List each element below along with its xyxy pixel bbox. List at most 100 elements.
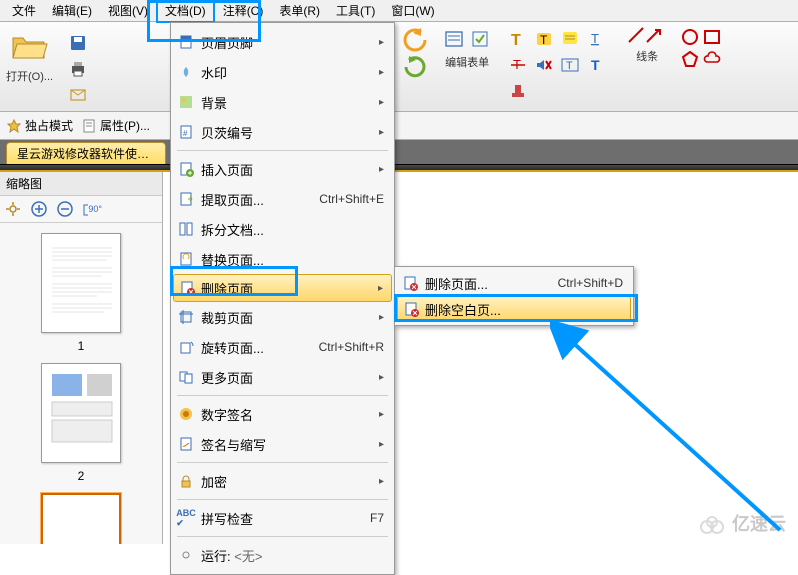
menu-item-encrypt[interactable]: 加密▸ (173, 466, 392, 496)
menu-file[interactable]: 文件 (4, 0, 44, 22)
menu-item-sign[interactable]: 数字签名▸ (173, 399, 392, 429)
arrow-diag-icon[interactable] (645, 26, 663, 44)
sign-icon (177, 405, 195, 423)
document-menu-dropdown: 页眉页脚▸ 水印▸ 背景▸ #贝茨编号▸ 插入页面▸ 提取页面...Ctrl+S… (170, 22, 395, 575)
menu-item-run[interactable]: 运行: <无> (173, 540, 392, 570)
text-box-icon[interactable]: T (558, 53, 582, 77)
highlight-icon[interactable]: T (532, 27, 556, 51)
spell-icon: ABC✔ (177, 509, 195, 527)
submenu-delete-pages[interactable]: 删除页面...Ctrl+Shift+D (397, 270, 631, 296)
menu-item-watermark[interactable]: 水印▸ (173, 57, 392, 87)
shape-rect-icon[interactable] (702, 27, 722, 47)
menu-document[interactable]: 文档(D) (156, 0, 215, 23)
menu-view[interactable]: 视图(V) (100, 0, 156, 22)
menu-comment[interactable]: 注释(C) (215, 0, 272, 22)
svg-text:T: T (511, 32, 521, 49)
thumbnails-panel: 缩略图 90° 1 2 (0, 172, 163, 544)
menu-item-replace[interactable]: 替换页面... (173, 244, 392, 274)
thumbnail-page-2[interactable] (41, 363, 121, 463)
exclusive-mode-button[interactable]: 独占模式 (6, 117, 73, 134)
menu-form[interactable]: 表单(R) (271, 0, 328, 22)
replace-icon (177, 250, 195, 268)
delete-pages-icon (401, 274, 419, 292)
split-icon (177, 220, 195, 238)
menu-item-header-footer[interactable]: 页眉页脚▸ (173, 27, 392, 57)
document-tab-strip: 星云游戏修改器软件使用说明 (0, 140, 798, 164)
print-icon[interactable] (66, 57, 90, 81)
shape-circle-icon[interactable] (680, 27, 700, 47)
background-icon (177, 93, 195, 111)
menu-item-crop[interactable]: 裁剪页面▸ (173, 302, 392, 332)
form-field-icon[interactable] (442, 27, 466, 51)
menu-item-background[interactable]: 背景▸ (173, 87, 392, 117)
bates-icon: # (177, 123, 195, 141)
zoom-in-icon[interactable] (28, 198, 50, 220)
redo-icon[interactable] (403, 54, 427, 78)
thumbnail-page-3[interactable] (41, 493, 121, 544)
text-tool-icon[interactable]: T (506, 27, 530, 51)
watermark-icon (177, 63, 195, 81)
delete-blank-icon (402, 300, 420, 318)
edit-form-label: 编辑表单 (445, 54, 489, 70)
properties-button[interactable]: 属性(P)... (81, 117, 150, 134)
stamp-icon[interactable] (506, 79, 530, 103)
menu-item-extract[interactable]: 提取页面...Ctrl+Shift+E (173, 184, 392, 214)
shape-polygon-icon[interactable] (680, 49, 700, 69)
menu-item-spell[interactable]: ABC✔拼写检查F7 (173, 503, 392, 533)
menu-item-split[interactable]: 拆分文档... (173, 214, 392, 244)
menu-item-abbrev[interactable]: 签名与缩写▸ (173, 429, 392, 459)
annotation-arrow (550, 320, 798, 540)
save-icon[interactable] (66, 31, 90, 55)
svg-text:T: T (591, 31, 599, 46)
menu-item-more[interactable]: 更多页面▸ (173, 362, 392, 392)
extract-icon (177, 190, 195, 208)
form-checkbox-icon[interactable] (468, 27, 492, 51)
svg-text:T: T (540, 33, 548, 47)
menu-item-insert[interactable]: 插入页面▸ (173, 154, 392, 184)
line-diag1-icon[interactable] (627, 26, 645, 44)
zoom-out-icon[interactable] (54, 198, 76, 220)
lock-icon (177, 472, 195, 490)
thumbnail-number-1: 1 (10, 339, 152, 353)
run-icon (177, 546, 195, 564)
menu-item-bates[interactable]: #贝茨编号▸ (173, 117, 392, 147)
rotate-icon[interactable]: 90° (80, 198, 102, 220)
open-icon[interactable] (10, 26, 50, 66)
thumbnails-title: 缩略图 (0, 172, 162, 196)
menu-edit[interactable]: 编辑(E) (44, 0, 100, 22)
delete-page-submenu: 删除页面...Ctrl+Shift+D 删除空白页... (394, 266, 634, 326)
more-icon (177, 368, 195, 386)
shape-cloud-icon[interactable] (702, 49, 722, 69)
note-icon[interactable] (558, 27, 582, 51)
lines-label: 线条 (636, 48, 658, 64)
delete-icon (178, 279, 196, 297)
menu-item-rotate[interactable]: 旋转页面...Ctrl+Shift+R (173, 332, 392, 362)
text-blue-icon[interactable]: T (584, 53, 608, 77)
menu-tools[interactable]: 工具(T) (328, 0, 383, 22)
thumbnail-number-2: 2 (10, 469, 152, 483)
menu-item-delete[interactable]: 删除页面▸ (173, 274, 392, 302)
underline-icon[interactable]: T (584, 27, 608, 51)
submenu-delete-blank[interactable]: 删除空白页... (397, 296, 631, 322)
document-tab[interactable]: 星云游戏修改器软件使用说明 (6, 142, 166, 164)
insert-icon (177, 160, 195, 178)
strike-icon[interactable]: T (506, 53, 530, 77)
page-icon (177, 33, 195, 51)
svg-text:T: T (566, 60, 573, 72)
svg-text:T: T (591, 57, 600, 73)
crop-icon (177, 308, 195, 326)
gear-icon[interactable] (2, 198, 24, 220)
main-toolbar: 打开(O)... %▾ 放大 缩小 编辑表单 T T T T T T (0, 22, 798, 112)
svg-text:#: # (183, 129, 188, 138)
mute-icon[interactable] (532, 53, 556, 77)
rotate-page-icon (177, 338, 195, 356)
thumbnails-toolbar: 90° (0, 196, 162, 223)
menubar: 文件 编辑(E) 视图(V) 文档(D) 注释(C) 表单(R) 工具(T) 窗… (0, 0, 798, 22)
thumbnail-page-1[interactable] (41, 233, 121, 333)
secondary-toolbar: 独占模式 属性(P)... (0, 112, 798, 140)
menu-window[interactable]: 窗口(W) (383, 0, 442, 22)
document-chrome-strip (0, 164, 798, 172)
mail-icon[interactable] (66, 83, 90, 107)
undo-icon[interactable] (401, 26, 429, 54)
abbrev-icon (177, 435, 195, 453)
